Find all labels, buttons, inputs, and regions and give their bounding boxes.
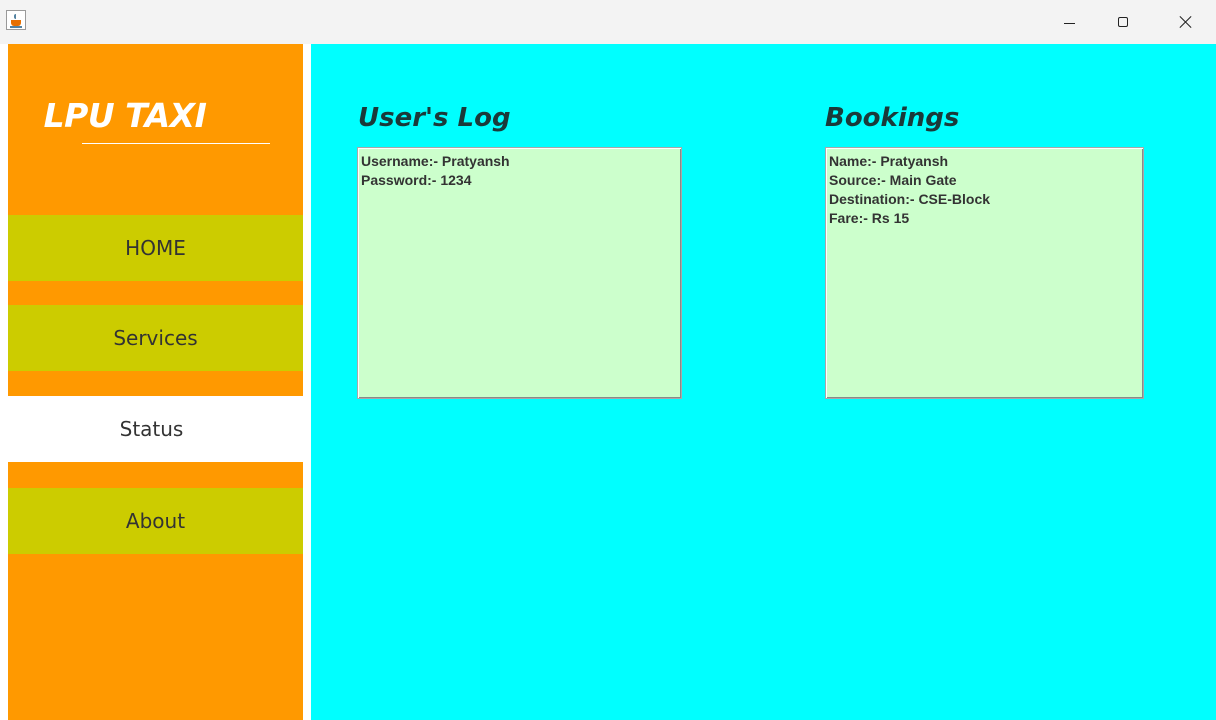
maximize-icon bbox=[1118, 17, 1128, 27]
users-log-line-password: Password:- 1234 bbox=[361, 172, 472, 188]
brand-title: LPU TAXI bbox=[43, 96, 207, 135]
sidebar-item-home[interactable]: HOME bbox=[8, 215, 303, 281]
users-log-title: User's Log bbox=[358, 103, 511, 133]
bookings-line-name: Name:- Pratyansh bbox=[829, 153, 949, 169]
bookings-line-source: Source:- Main Gate bbox=[829, 172, 957, 188]
close-icon bbox=[1179, 15, 1192, 28]
title-bar bbox=[0, 0, 1216, 44]
users-log-textarea[interactable]: Username:- Pratyansh Password:- 1234 bbox=[357, 147, 682, 399]
close-button[interactable] bbox=[1162, 0, 1208, 44]
window-body: LPU TAXI HOME Services Status About User… bbox=[0, 44, 1216, 720]
bookings-title: Bookings bbox=[825, 103, 960, 133]
users-log-line-username: Username:- Pratyansh bbox=[361, 153, 510, 169]
java-cup-icon[interactable] bbox=[6, 10, 26, 30]
main-content: User's Log Username:- Pratyansh Password… bbox=[311, 44, 1216, 720]
minimize-icon bbox=[1064, 23, 1075, 24]
bookings-line-fare: Fare:- Rs 15 bbox=[829, 210, 910, 226]
sidebar: LPU TAXI bbox=[8, 44, 303, 720]
bookings-line-destination: Destination:- CSE-Block bbox=[829, 191, 991, 207]
bookings-textarea[interactable]: Name:- Pratyansh Source:- Main Gate Dest… bbox=[825, 147, 1144, 399]
sidebar-item-about[interactable]: About bbox=[8, 488, 303, 554]
maximize-button[interactable] bbox=[1100, 0, 1146, 44]
brand-underline bbox=[82, 143, 270, 144]
sidebar-item-status[interactable]: Status bbox=[0, 396, 303, 462]
minimize-button[interactable] bbox=[1046, 0, 1092, 44]
sidebar-item-services[interactable]: Services bbox=[8, 305, 303, 371]
